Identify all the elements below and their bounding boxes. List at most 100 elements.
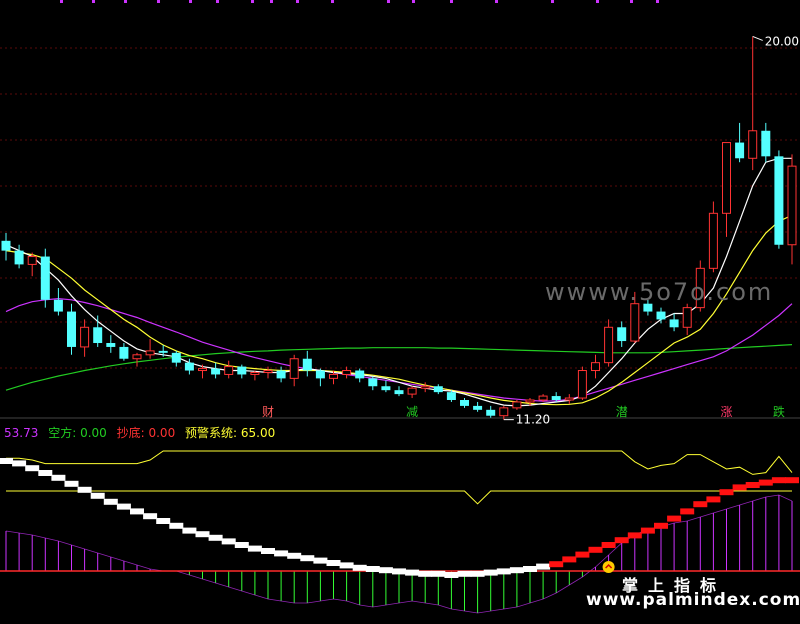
candle-body: [263, 370, 273, 373]
top-dot: [270, 0, 273, 3]
indicator-step: [195, 531, 210, 538]
candle-body: [329, 373, 338, 379]
candle-body: [407, 387, 417, 395]
indicator-step: [523, 566, 537, 572]
indicator-step: [588, 546, 603, 553]
indicator-step: [562, 556, 577, 563]
candle-body: [14, 250, 24, 265]
legend-kong: 空方: 0.00: [48, 426, 107, 440]
indicator-step: [130, 508, 144, 515]
indicator-step: [614, 537, 629, 544]
candle-body: [748, 130, 758, 159]
legend-kong-label: 空方:: [48, 426, 77, 440]
candle-body: [564, 397, 574, 401]
candle-body: [198, 368, 207, 372]
indicator-step: [378, 567, 393, 574]
candle-body: [394, 390, 404, 395]
candle-body: [368, 378, 378, 387]
indicator-step: [667, 515, 682, 522]
low-label: 11.20: [516, 413, 550, 427]
candle-body: [211, 368, 221, 375]
indicator-step: [732, 484, 747, 491]
indicator-step: [601, 542, 616, 548]
indicator-step: [758, 479, 773, 486]
legend-warn-label: 预警系统:: [185, 426, 238, 440]
candle-body: [289, 358, 299, 379]
candle-body: [538, 395, 548, 401]
indicator-step: [51, 474, 66, 481]
candle-body: [381, 386, 391, 391]
candle-body: [420, 385, 430, 389]
candle-body: [145, 350, 155, 356]
legend-kong-value: 0.00: [80, 426, 107, 440]
top-dot: [412, 0, 415, 3]
signal-label: 跌: [773, 404, 785, 419]
candle-body: [512, 401, 522, 409]
candle-body: [53, 299, 63, 312]
candle-body: [80, 326, 90, 348]
legend-chao-label: 抄底:: [116, 426, 145, 440]
indicator-step: [549, 561, 564, 568]
indicator-step: [77, 486, 92, 493]
stock-chart: 20.00 11.20 财 减 潜 涨 跌: [0, 0, 800, 614]
indicator-step: [575, 551, 590, 558]
indicator-step: [509, 567, 524, 574]
indicator-yellow-lower: [6, 490, 792, 505]
candle-body: [486, 409, 496, 416]
watermark-top: wwww.5o7o.com: [545, 278, 774, 306]
candle-body: [171, 352, 181, 363]
indicator-step: [313, 557, 328, 564]
candle-body: [342, 370, 352, 375]
candle-body: [184, 362, 194, 371]
indicator-step: [693, 501, 708, 508]
candle-body: [250, 371, 260, 375]
indicator-step: [470, 570, 485, 577]
candle-body: [93, 327, 103, 344]
legend-main-value: 53.73: [4, 426, 39, 440]
indicator-step: [431, 570, 446, 577]
candle-body: [119, 346, 129, 359]
indicator-step: [719, 489, 734, 496]
top-dot: [251, 0, 254, 3]
candle-body: [473, 405, 483, 410]
candle-body: [106, 343, 116, 347]
candle-body: [27, 256, 37, 265]
top-dot: [630, 0, 633, 3]
candle-body: [224, 366, 234, 375]
indicator-step: [182, 527, 197, 534]
indicator-step: [156, 518, 171, 524]
candle-body: [551, 396, 561, 400]
indicator-step: [0, 458, 13, 464]
indicator-step: [208, 534, 223, 541]
candle-body: [669, 319, 679, 328]
top-dot: [331, 0, 334, 3]
legend-chao: 抄底: 0.00: [117, 426, 176, 440]
top-dot: [124, 0, 127, 3]
candle-body: [1, 240, 11, 251]
candle-body: [591, 362, 600, 372]
indicator-step: [116, 503, 131, 510]
indicator-step: [300, 555, 315, 562]
legend-warn-value: 65.00: [240, 426, 276, 440]
indicator-step: [680, 508, 695, 515]
candle-body: [682, 307, 692, 328]
top-dot: [387, 0, 390, 3]
top-dot: [296, 0, 299, 3]
candle-body: [446, 392, 456, 400]
candle-body: [276, 370, 286, 379]
indicator-legend: 53.73 空方: 0.00 抄底: 0.00 预警系统: 65.00: [4, 424, 281, 441]
indicator-step: [64, 480, 79, 487]
indicator-step: [287, 552, 302, 559]
indicator-step: [496, 568, 511, 575]
candle-body: [774, 156, 784, 245]
indicator-step: [234, 542, 249, 548]
top-dot: [450, 0, 453, 3]
candle-body: [499, 407, 509, 417]
indicator-step: [444, 572, 459, 578]
candle-body: [604, 326, 614, 364]
top-dot: [495, 0, 498, 3]
candle-body: [67, 311, 76, 347]
indicator-step: [785, 477, 799, 484]
indicator-step: [326, 560, 341, 566]
indicator-step: [247, 545, 262, 552]
